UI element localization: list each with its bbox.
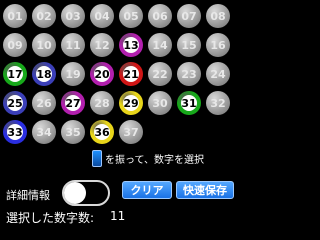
number-ball-label: 17 (7, 66, 23, 82)
number-ball-34[interactable]: 34 (32, 120, 56, 144)
phone-icon (92, 150, 102, 167)
number-ball-label: 04 (94, 9, 110, 23)
number-ball-label: 23 (181, 67, 197, 81)
selected-count-value: 11 (110, 209, 126, 223)
number-ball-label: 30 (152, 96, 168, 110)
number-ball-10[interactable]: 10 (32, 33, 56, 57)
number-ball-label: 12 (94, 38, 110, 52)
number-ball-label: 33 (7, 124, 23, 140)
number-ball-26[interactable]: 26 (32, 91, 56, 115)
shake-hint-text: を振って、数字を選択 (105, 155, 204, 166)
number-ball-09[interactable]: 09 (3, 33, 27, 57)
number-ball-label: 37 (123, 125, 139, 139)
detail-label: 詳細情報 (6, 189, 50, 202)
number-ball-19[interactable]: 19 (61, 62, 85, 86)
number-ball-label: 36 (94, 124, 110, 140)
number-ball-label: 29 (123, 95, 139, 111)
number-ball-25[interactable]: 25 (3, 91, 27, 115)
clear-button[interactable]: クリア (122, 181, 172, 199)
number-ball-35[interactable]: 35 (61, 120, 85, 144)
number-ball-label: 05 (123, 9, 139, 23)
number-ball-16[interactable]: 16 (206, 33, 230, 57)
number-ball-label: 10 (36, 38, 52, 52)
number-ball-label: 35 (65, 125, 81, 139)
number-ball-27[interactable]: 27 (61, 91, 85, 115)
toggle-knob (64, 182, 86, 204)
number-ball-11[interactable]: 11 (61, 33, 85, 57)
number-ball-04[interactable]: 04 (90, 4, 114, 28)
number-ball-label: 24 (210, 67, 226, 81)
shake-hint: を振って、数字を選択 (92, 150, 204, 167)
number-ball-12[interactable]: 12 (90, 33, 114, 57)
number-ball-37[interactable]: 37 (119, 120, 143, 144)
number-ball-21[interactable]: 21 (119, 62, 143, 86)
number-ball-label: 18 (36, 66, 52, 82)
number-ball-06[interactable]: 06 (148, 4, 172, 28)
number-ball-label: 22 (152, 67, 168, 81)
number-ball-30[interactable]: 30 (148, 91, 172, 115)
number-ball-label: 14 (152, 38, 168, 52)
detail-toggle[interactable] (62, 180, 110, 206)
number-ball-18[interactable]: 18 (32, 62, 56, 86)
number-grid: 01 02 03 04 05 06 07 08 09 10 11 12 13 14 15 16 17 18 19 20… (3, 4, 237, 146)
number-ball-label: 09 (7, 38, 23, 52)
number-ball-14[interactable]: 14 (148, 33, 172, 57)
number-ball-label: 15 (181, 38, 197, 52)
number-ball-label: 03 (65, 9, 81, 23)
number-ball-label: 19 (65, 67, 81, 81)
number-ball-label: 01 (7, 9, 23, 23)
number-ball-label: 25 (7, 95, 23, 111)
number-ball-24[interactable]: 24 (206, 62, 230, 86)
number-ball-label: 16 (210, 38, 226, 52)
number-ball-03[interactable]: 03 (61, 4, 85, 28)
number-ball-label: 13 (123, 37, 139, 53)
number-ball-33[interactable]: 33 (3, 120, 27, 144)
number-ball-label: 21 (123, 66, 139, 82)
number-ball-label: 28 (94, 96, 110, 110)
number-ball-label: 06 (152, 9, 168, 23)
number-ball-02[interactable]: 02 (32, 4, 56, 28)
number-ball-07[interactable]: 07 (177, 4, 201, 28)
number-ball-32[interactable]: 32 (206, 91, 230, 115)
number-ball-label: 02 (36, 9, 52, 23)
quick-save-button[interactable]: 快速保存 (176, 181, 234, 199)
selected-count-label: 選択した数字数: (6, 211, 95, 225)
number-ball-08[interactable]: 08 (206, 4, 230, 28)
number-ball-20[interactable]: 20 (90, 62, 114, 86)
number-ball-label: 20 (94, 66, 110, 82)
number-ball-label: 07 (181, 9, 197, 23)
number-ball-05[interactable]: 05 (119, 4, 143, 28)
number-ball-label: 08 (210, 9, 226, 23)
number-ball-29[interactable]: 29 (119, 91, 143, 115)
number-ball-label: 27 (65, 95, 81, 111)
number-ball-28[interactable]: 28 (90, 91, 114, 115)
number-ball-15[interactable]: 15 (177, 33, 201, 57)
number-ball-31[interactable]: 31 (177, 91, 201, 115)
number-ball-13[interactable]: 13 (119, 33, 143, 57)
number-ball-22[interactable]: 22 (148, 62, 172, 86)
number-ball-23[interactable]: 23 (177, 62, 201, 86)
number-ball-label: 31 (181, 95, 197, 111)
number-ball-label: 34 (36, 125, 52, 139)
number-ball-label: 26 (36, 96, 52, 110)
number-ball-label: 32 (210, 96, 226, 110)
number-ball-01[interactable]: 01 (3, 4, 27, 28)
number-ball-36[interactable]: 36 (90, 120, 114, 144)
number-ball-label: 11 (65, 38, 81, 52)
number-ball-17[interactable]: 17 (3, 62, 27, 86)
